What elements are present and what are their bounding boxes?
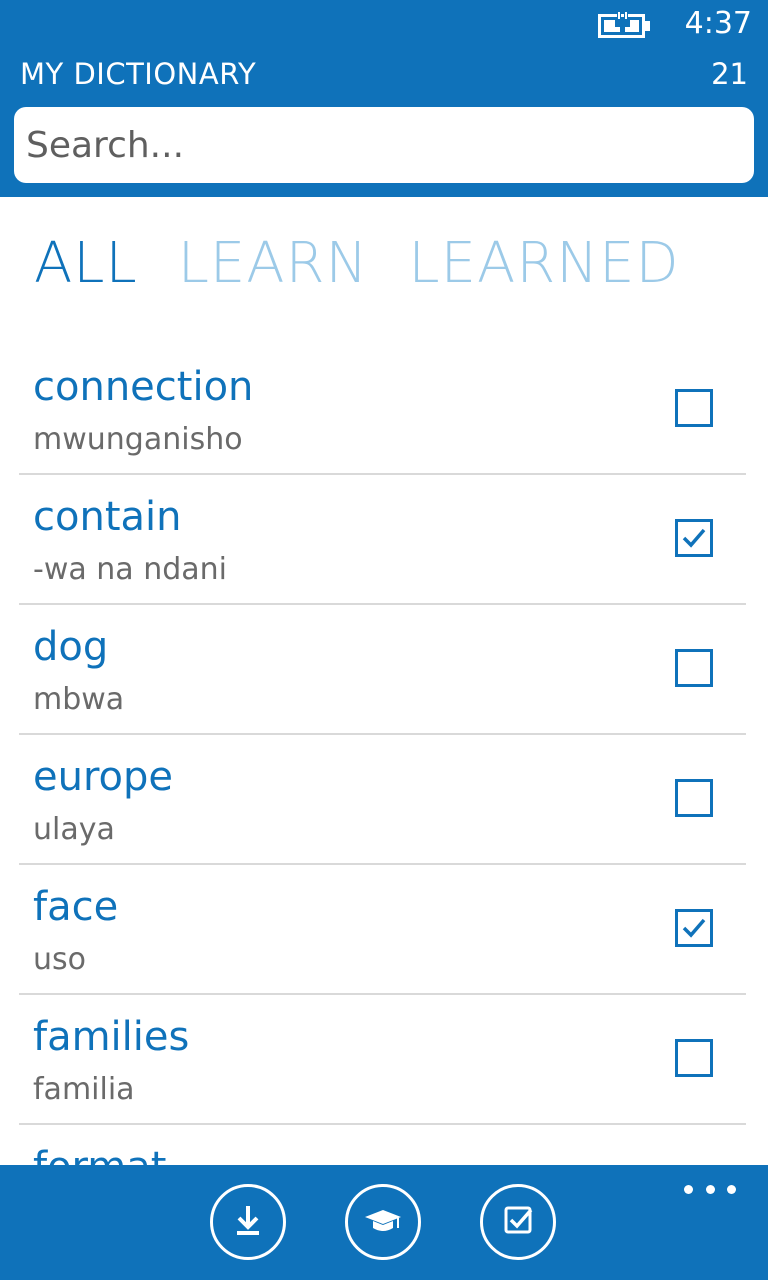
translation: ulaya [33, 812, 115, 847]
learned-checkbox[interactable] [675, 909, 713, 947]
page-title: MY DICTIONARY [20, 57, 257, 91]
word-list[interactable]: connection mwunganisho contain -wa na nd… [0, 345, 768, 1165]
list-item[interactable]: families familia [19, 995, 746, 1125]
list-item[interactable]: face uso [19, 865, 746, 995]
status-bar: 4:37 [0, 0, 768, 50]
app-header: 4:37 MY DICTIONARY 21 Search... [0, 0, 768, 197]
app-bar [0, 1165, 768, 1280]
download-button[interactable] [210, 1184, 286, 1260]
search-input[interactable]: Search... [14, 107, 754, 183]
translation: -wa na ndani [33, 552, 228, 587]
filter-tabs: ALL LEARN LEARNED [34, 222, 680, 302]
battery-charging-icon [598, 10, 652, 40]
list-item[interactable]: dog mbwa [19, 605, 746, 735]
word: contain [33, 494, 182, 540]
learn-button[interactable] [345, 1184, 421, 1260]
learned-checkbox[interactable] [675, 1039, 713, 1077]
list-item[interactable]: europe ulaya [19, 735, 746, 865]
tab-all[interactable]: ALL [34, 226, 138, 302]
word: connection [33, 364, 254, 410]
word: face [33, 884, 119, 930]
select-button[interactable] [480, 1184, 556, 1260]
learned-checkbox[interactable] [675, 519, 713, 557]
tab-learn[interactable]: LEARN [178, 226, 369, 302]
learned-checkbox[interactable] [675, 779, 713, 817]
tab-learned[interactable]: LEARNED [408, 226, 679, 302]
word: format [33, 1143, 166, 1165]
checkbox-icon [498, 1200, 538, 1244]
checkmark-icon [682, 528, 706, 548]
translation: uso [33, 942, 86, 977]
translation: mwunganisho [33, 422, 243, 457]
word: dog [33, 624, 109, 670]
status-time: 4:37 [684, 6, 752, 41]
more-dots-icon[interactable] [684, 1179, 736, 1199]
download-icon [228, 1200, 268, 1244]
list-item[interactable]: contain -wa na ndani [19, 475, 746, 605]
translation: mbwa [33, 682, 125, 717]
translation: familia [33, 1072, 135, 1107]
graduation-cap-icon [363, 1200, 403, 1244]
learned-checkbox[interactable] [675, 649, 713, 687]
learned-checkbox[interactable] [675, 389, 713, 427]
word: families [33, 1014, 190, 1060]
list-item[interactable]: connection mwunganisho [19, 345, 746, 475]
word: europe [33, 754, 173, 800]
list-item[interactable]: format [19, 1125, 746, 1165]
checkmark-icon [682, 918, 706, 938]
word-count: 21 [711, 57, 748, 91]
